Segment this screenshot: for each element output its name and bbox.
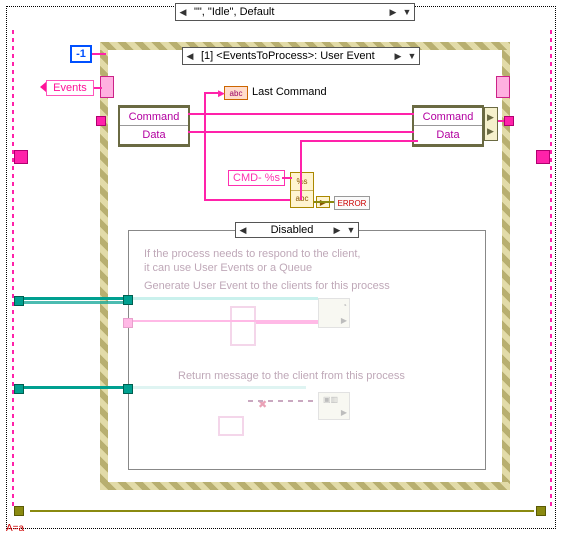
unbundle-cluster[interactable]: Command Data bbox=[120, 105, 188, 147]
dynamic-event-left-icon bbox=[100, 76, 114, 98]
last-command-arrow-icon: ▶ bbox=[218, 88, 225, 99]
event-prev-icon[interactable]: ◀ bbox=[183, 48, 197, 64]
disabled-dropdown-icon[interactable]: ▼ bbox=[344, 222, 358, 238]
outer-case-selector[interactable]: ◀ "", "Idle", Default ▶ ▼ bbox=[175, 3, 415, 21]
last-command-label: Last Command bbox=[252, 86, 327, 98]
bundle-row-data: Data bbox=[414, 126, 482, 144]
disabled-gen-label: Generate User Event to the clients for t… bbox=[144, 280, 390, 292]
case-dropdown-icon[interactable]: ▼ bbox=[400, 4, 414, 20]
minus-one-constant[interactable]: -1 bbox=[70, 45, 92, 63]
error-indicator: ERROR bbox=[334, 196, 370, 210]
event-case-selector[interactable]: ◀ [1] <EventsToProcess>: User Event ▶ ▼ bbox=[182, 47, 420, 65]
return-message-node[interactable]: ▣▥ ▶ bbox=[318, 392, 350, 420]
dynamic-event-right-icon bbox=[496, 76, 510, 98]
tunnel-icon bbox=[536, 506, 546, 516]
case-next-icon[interactable]: ▶ bbox=[386, 4, 400, 20]
event-next-icon[interactable]: ▶ bbox=[391, 48, 405, 64]
disabled-comment-2: it can use User Events or a Queue bbox=[144, 262, 312, 274]
event-dropdown-icon[interactable]: ▼ bbox=[405, 48, 419, 64]
bundle-output-icon: ▶ ▶ bbox=[484, 107, 498, 141]
event-case-label: [1] <EventsToProcess>: User Event bbox=[197, 50, 391, 62]
tunnel-icon bbox=[123, 318, 133, 328]
format-cell-bottom: abc bbox=[291, 191, 313, 208]
disabled-prev-icon[interactable]: ◀ bbox=[236, 222, 250, 238]
ret-cluster-constant[interactable] bbox=[218, 416, 244, 436]
disabled-ret-label: Return message to the client from this p… bbox=[178, 370, 405, 382]
tunnel-icon bbox=[14, 296, 24, 306]
bundle-row-command: Command bbox=[414, 108, 482, 126]
outer-case-label: "", "Idle", Default bbox=[190, 6, 386, 18]
tunnel-icon bbox=[14, 506, 24, 516]
tunnel-icon bbox=[14, 384, 24, 394]
disabled-comment-1: If the process needs to respond to the c… bbox=[144, 248, 360, 260]
tunnel-icon bbox=[96, 116, 106, 126]
format-string-constant[interactable]: CMD- %s bbox=[228, 170, 285, 186]
broken-wire-icon: ✖ bbox=[258, 398, 267, 411]
tunnel-icon bbox=[123, 384, 133, 394]
disabled-next-icon[interactable]: ▶ bbox=[330, 222, 344, 238]
generate-user-event-node[interactable]: ◔ ▶ bbox=[318, 298, 350, 328]
format-output-icon: ▶ bbox=[316, 196, 330, 208]
case-prev-icon[interactable]: ◀ bbox=[176, 4, 190, 20]
tunnel-icon bbox=[123, 295, 133, 305]
tunnel-icon bbox=[536, 150, 550, 164]
last-command-type-icon: abc bbox=[224, 86, 248, 100]
unbundle-row-data: Data bbox=[120, 126, 188, 144]
bundle-cluster[interactable]: Command Data bbox=[414, 105, 482, 147]
gen-event-cluster-constant[interactable] bbox=[230, 306, 256, 346]
footer-text: A=a bbox=[6, 523, 24, 534]
format-cell-top: %s bbox=[291, 173, 313, 191]
unbundle-row-command: Command bbox=[120, 108, 188, 126]
format-into-string-node[interactable]: %s abc bbox=[290, 172, 314, 208]
disabled-selector[interactable]: ◀ Disabled ▶ ▼ bbox=[235, 222, 359, 238]
tunnel-icon bbox=[504, 116, 514, 126]
disabled-label: Disabled bbox=[250, 224, 330, 236]
events-terminal[interactable]: Events bbox=[46, 80, 94, 96]
tunnel-icon bbox=[14, 150, 28, 164]
